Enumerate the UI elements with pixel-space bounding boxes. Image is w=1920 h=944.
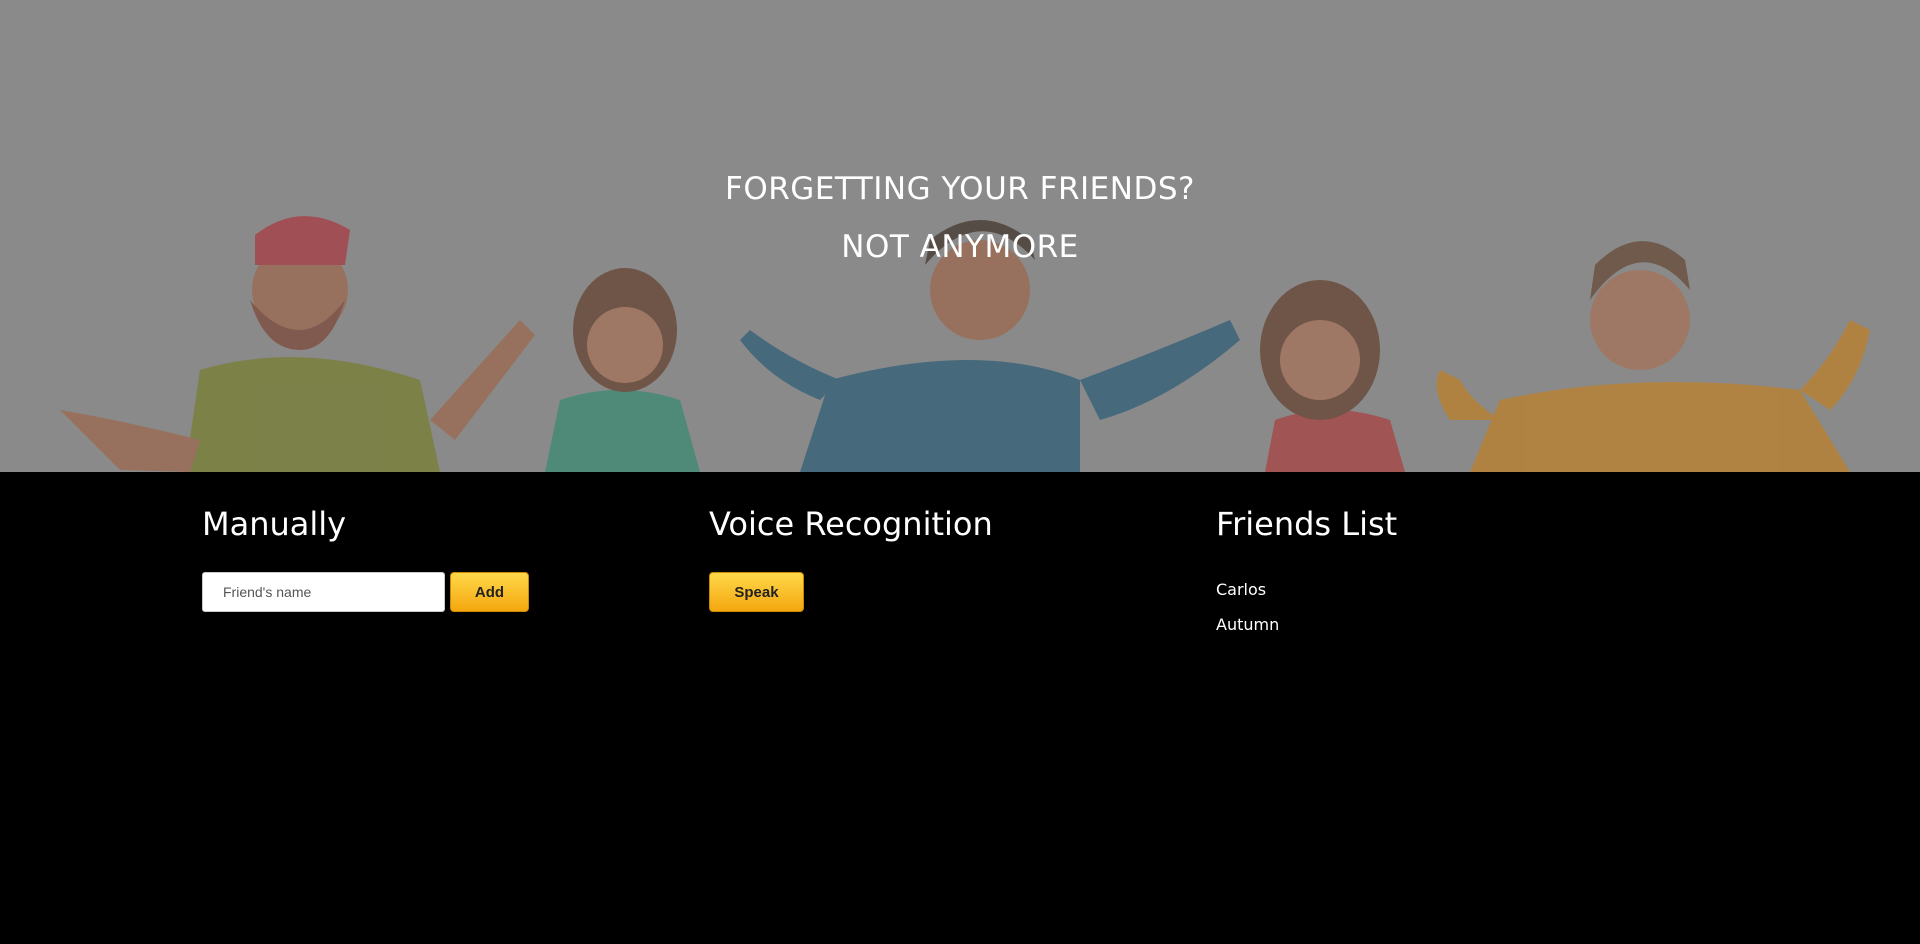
main-content: Manually Add Voice Recognition Speak Fri… (0, 472, 1920, 944)
voice-section: Voice Recognition Speak (709, 504, 993, 612)
add-button[interactable]: Add (450, 572, 529, 612)
friends-list: Carlos Autumn (1216, 572, 1397, 642)
voice-title: Voice Recognition (709, 505, 993, 543)
friend-name-input[interactable] (202, 572, 445, 612)
speak-button[interactable]: Speak (709, 572, 804, 612)
friend-item: Autumn (1216, 615, 1280, 634)
friends-title: Friends List (1216, 505, 1398, 543)
manual-form: Add (202, 572, 529, 612)
friend-item: Carlos (1216, 580, 1267, 599)
manual-section: Manually Add (202, 504, 529, 612)
hero-title-line-1: FORGETTING YOUR FRIENDS? (725, 171, 1195, 207)
hero-banner: FORGETTING YOUR FRIENDS? NOT ANYMORE (0, 0, 1920, 472)
hero-heading: FORGETTING YOUR FRIENDS? NOT ANYMORE (0, 160, 1920, 276)
hero-title-line-2: NOT ANYMORE (841, 229, 1079, 265)
manual-title: Manually (202, 505, 347, 543)
friends-section: Friends List Carlos Autumn (1216, 504, 1397, 642)
